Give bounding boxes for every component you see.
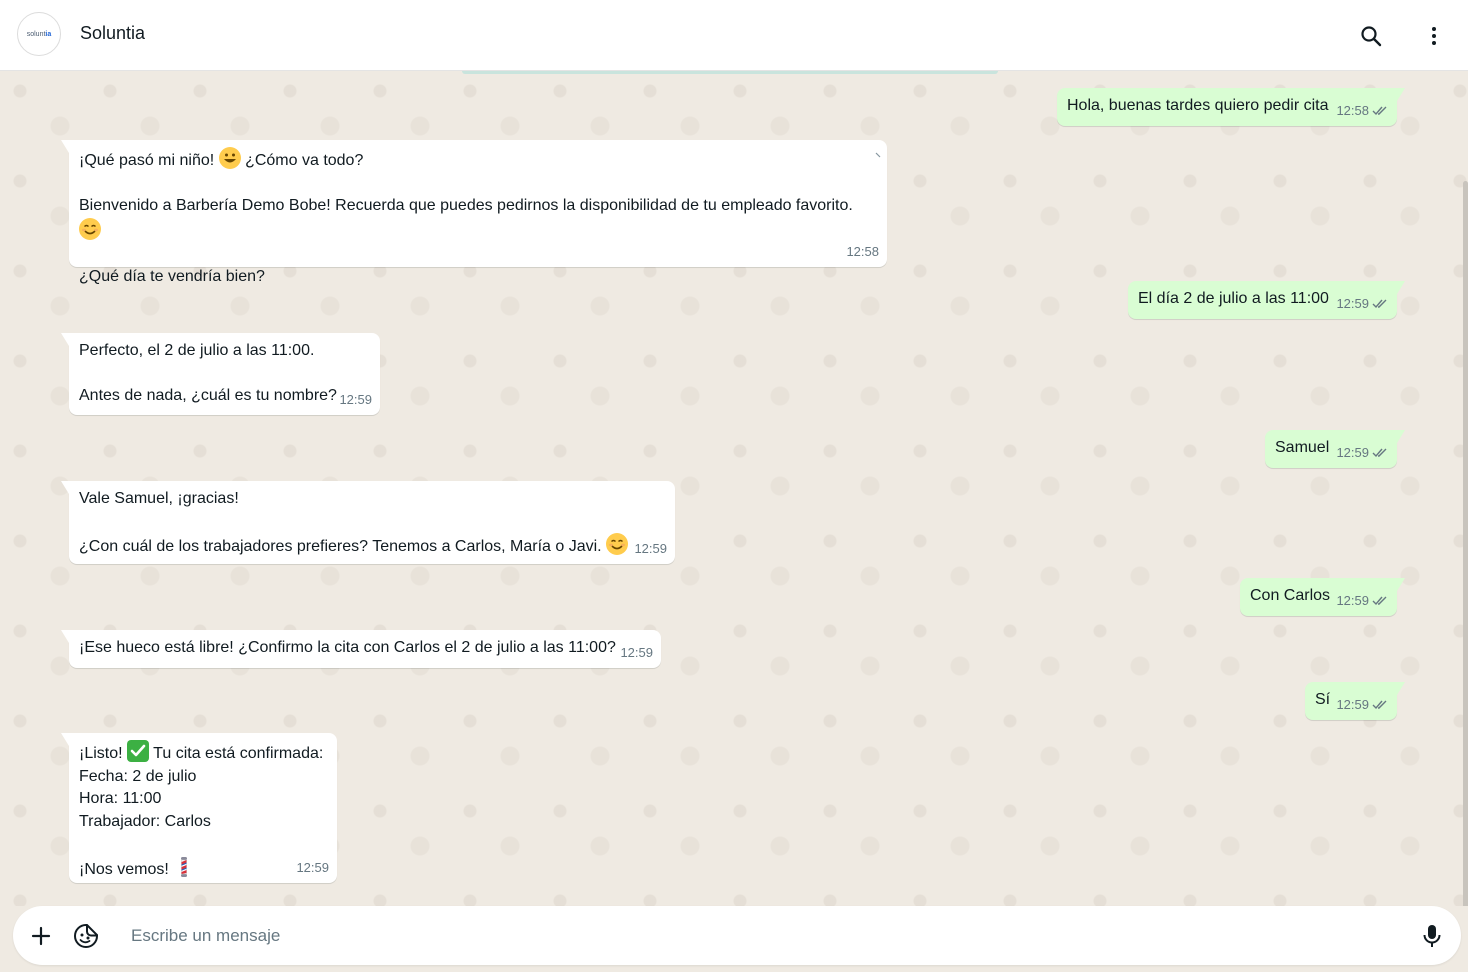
message-text: ¿Qué día te vendría bien? (79, 267, 265, 285)
message-incoming[interactable]: ¡Listo! Tu cita está confirmada: Fecha: … (61, 733, 337, 883)
message-time: 12:59 (1336, 592, 1369, 608)
composer (13, 906, 1461, 965)
message-meta: 12:59 (1336, 694, 1389, 717)
contact-name[interactable]: Soluntia (80, 23, 145, 44)
message-time: 12:59 (339, 391, 372, 407)
more-vertical-icon[interactable] (1420, 22, 1448, 50)
smiling-face-icon (606, 533, 629, 555)
message-text: ¿Con cuál de los trabajadores prefieres?… (79, 533, 665, 559)
message-outgoing[interactable]: Sí 12:59 (1305, 682, 1405, 720)
check-mark-button-icon (127, 740, 150, 762)
message-incoming[interactable]: ¡Qué pasó mi niño! ¿Cómo va todo? Bienve… (61, 140, 887, 285)
message-time: 12:59 (634, 540, 667, 556)
message-outgoing[interactable]: Con Carlos 12:59 (1240, 578, 1405, 616)
bubble-tail (1397, 430, 1405, 443)
message-text: Hora: 11:00 (79, 790, 162, 807)
message-time: 12:58 (846, 243, 879, 259)
message-text: ¡Listo! Tu cita está confirmada: (79, 740, 327, 766)
whatsapp-chat-window: soluntia Soluntia Hola, buenas tardes qu… (0, 0, 1468, 972)
smiling-face-icon (79, 217, 101, 240)
search-icon[interactable] (1357, 22, 1385, 50)
chevron-down-icon[interactable] (875, 152, 881, 158)
bubble-tail (61, 481, 69, 494)
bubble-tail (61, 733, 69, 746)
double-check-icon (1372, 448, 1387, 458)
message-meta: 12:59 (339, 389, 372, 412)
bubble-tail (1397, 281, 1405, 294)
message-meta: 12:58 (1336, 100, 1389, 123)
microphone-icon[interactable] (1418, 922, 1446, 950)
message-time: 12:59 (620, 644, 653, 660)
message-time: 12:58 (1336, 102, 1369, 118)
message-text: Trabajador: Carlos (79, 812, 211, 830)
message-meta: 12:59 (634, 538, 667, 561)
message-meta: 12:59 (620, 642, 653, 665)
message-line: ¿Cómo va todo? (240, 152, 364, 169)
grinning-face-icon (218, 147, 241, 169)
message-input[interactable] (129, 921, 1413, 951)
message-line: ¡Qué pasó mi niño! (79, 152, 219, 169)
message-text: Fecha: 2 de julio (79, 767, 197, 785)
message-incoming[interactable]: ¡Ese hueco está libre! ¿Confirmo la cita… (61, 630, 661, 668)
message-outgoing[interactable]: El día 2 de julio a las 11:00 12:59 (1128, 281, 1405, 319)
barber-pole-icon (173, 856, 195, 878)
message-outgoing[interactable]: Hola, buenas tardes quiero pedir cita 12… (1057, 88, 1405, 126)
message-text: Vale Samuel, ¡gracias! (79, 490, 239, 507)
message-meta: 12:58 (846, 241, 879, 264)
message-text: ¡Qué pasó mi niño! ¿Cómo va todo? (79, 147, 877, 173)
scroll-indicator (462, 71, 998, 74)
message-text: ¡Nos vemos! (79, 856, 327, 882)
message-meta: 12:59 (1336, 293, 1389, 316)
message-line: Tu cita está confirmada: (149, 745, 324, 762)
bubble-tail (1397, 578, 1405, 591)
avatar-logo: soluntia (26, 30, 52, 38)
message-line: ¿Con cuál de los trabajadores prefieres?… (79, 538, 607, 555)
avatar[interactable]: soluntia (17, 12, 61, 56)
message-time: 12:59 (1336, 295, 1369, 311)
message-time: 12:59 (1336, 444, 1369, 460)
message-meta: 12:59 (1336, 442, 1389, 465)
message-meta: 12:59 (296, 857, 329, 880)
double-check-icon (1372, 596, 1387, 606)
message-text: Perfecto, el 2 de julio a las 11:00. (79, 342, 315, 359)
message-text: ¡Ese hueco está libre! ¿Confirmo la cita… (79, 639, 616, 656)
message-outgoing[interactable]: Samuel 12:59 (1265, 430, 1405, 468)
bubble-tail (61, 333, 69, 346)
message-line: ¡Nos vemos! (79, 860, 174, 878)
sticker-icon[interactable] (72, 922, 100, 950)
chat-header: soluntia Soluntia (0, 0, 1468, 71)
bubble-tail (1397, 682, 1405, 695)
message-time: 12:59 (1336, 696, 1369, 712)
bubble-tail (1397, 88, 1405, 101)
bubble-tail (61, 630, 69, 643)
scrollbar[interactable] (1463, 181, 1468, 906)
message-text: Bienvenido a Barbería Demo Bobe! Recuerd… (79, 195, 877, 243)
message-meta: 12:59 (1336, 590, 1389, 613)
message-text: Antes de nada, ¿cuál es tu nombre? (79, 387, 337, 404)
message-incoming[interactable]: Perfecto, el 2 de julio a las 11:00. Ant… (61, 333, 380, 415)
message-list[interactable]: Hola, buenas tardes quiero pedir cita 12… (0, 71, 1468, 906)
double-check-icon (1372, 106, 1387, 116)
composer-area (0, 906, 1468, 972)
double-check-icon (1372, 700, 1387, 710)
message-line: Bienvenido a Barbería Demo Bobe! Recuerd… (79, 197, 853, 214)
bubble-tail (61, 140, 69, 153)
double-check-icon (1372, 299, 1387, 309)
message-incoming[interactable]: Vale Samuel, ¡gracias! ¿Con cuál de los … (61, 481, 675, 564)
message-line: ¡Listo! (79, 745, 128, 762)
plus-icon[interactable] (27, 922, 55, 950)
message-time: 12:59 (296, 859, 329, 875)
